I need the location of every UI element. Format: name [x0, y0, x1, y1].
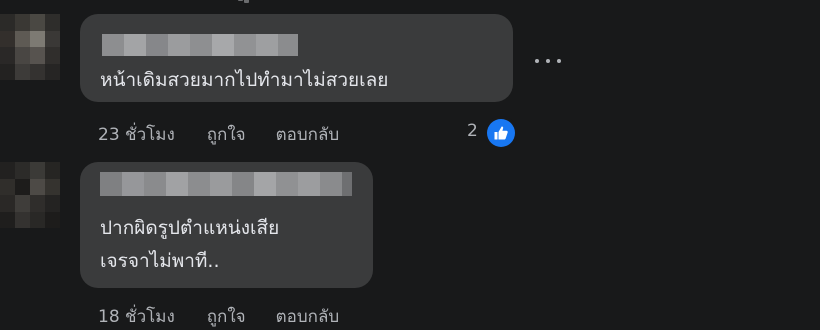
- like-button[interactable]: ถูกใจ: [207, 125, 246, 145]
- comment-timestamp[interactable]: 18 ชั่วโมง: [98, 307, 175, 327]
- previous-comment-fragment: [238, 0, 252, 4]
- comment-bubble: ปากผิดรูปตำแหน่งเสีย เจรจาไม่พาที..: [80, 162, 373, 288]
- more-horizontal-icon[interactable]: [535, 55, 561, 67]
- comment-timestamp[interactable]: 23 ชั่วโมง: [98, 125, 175, 145]
- comment-actions: 23 ชั่วโมง ถูกใจ ตอบกลับ: [98, 121, 339, 148]
- like-button[interactable]: ถูกใจ: [207, 307, 246, 327]
- avatar[interactable]: [0, 14, 60, 80]
- author-name-blurred[interactable]: [102, 34, 298, 56]
- reply-button[interactable]: ตอบกลับ: [276, 307, 340, 327]
- like-icon[interactable]: [484, 116, 518, 150]
- comment-bubble: หน้าเดิมสวยมากไปทำมาไม่สวยเลย: [80, 14, 513, 102]
- reaction-count[interactable]: 2: [467, 121, 478, 141]
- comment-text: หน้าเดิมสวยมากไปทำมาไม่สวยเลย: [100, 69, 389, 91]
- author-name-blurred[interactable]: [100, 172, 352, 196]
- comment-text: ปากผิดรูปตำแหน่งเสีย เจรจาไม่พาที..: [100, 217, 280, 272]
- reply-button[interactable]: ตอบกลับ: [276, 125, 340, 145]
- comment-actions: 18 ชั่วโมง ถูกใจ ตอบกลับ: [98, 303, 339, 330]
- avatar[interactable]: [0, 162, 60, 228]
